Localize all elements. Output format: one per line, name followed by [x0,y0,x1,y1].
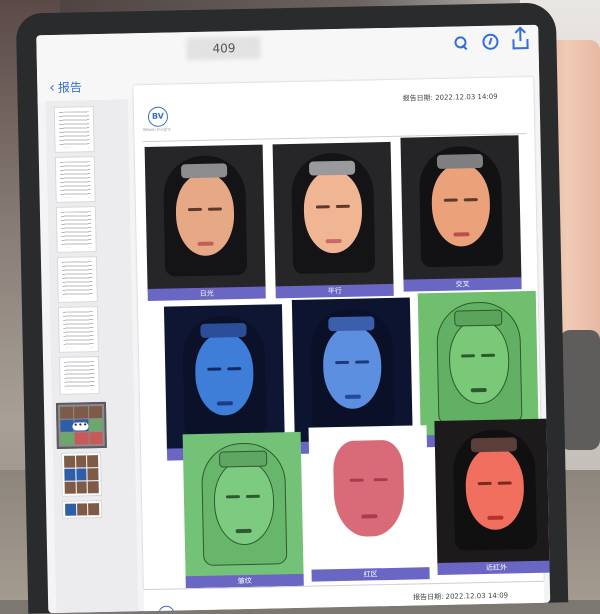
skin-image-parallel[interactable]: 平行 [272,141,394,304]
page-thumbnails-sidebar: ••• [45,99,139,614]
page-thumbnail[interactable] [61,500,103,519]
markup-icon[interactable] [482,33,499,50]
page-thumbnail-selected[interactable]: ••• [55,401,107,449]
tablet: ‹ 报告 409 ••• BV Bitwin Insight 报告日期: 202… [15,2,569,614]
document-title: 409 [212,41,236,56]
skin-image-near-infrared[interactable]: 近红外 [434,418,551,581]
page-thumbnail[interactable] [54,156,96,203]
image-caption: 平行 [275,283,394,299]
brand-logo [158,605,175,614]
page-thumbnail[interactable] [55,206,97,253]
report-date: 报告日期: 2022.12.03 14:09 [412,591,509,602]
tablet-screen: ‹ 报告 409 ••• BV Bitwin Insight 报告日期: 202… [36,24,551,614]
report-page: BV Bitwin Insight 报告日期: 2022.12.03 14:09… [133,76,551,590]
brand-name: Bitwin Insight [143,126,171,133]
image-caption: 交叉 [403,277,522,292]
back-button[interactable]: ‹ 报告 [49,78,82,96]
page-thumbnail[interactable] [53,106,95,153]
more-icon[interactable]: ••• [72,420,89,431]
page-thumbnail[interactable] [57,306,99,353]
skin-image-wrinkles[interactable]: 皱纹 [182,431,304,594]
toolbar [452,33,529,51]
search-icon[interactable] [452,34,468,50]
skin-image-cross[interactable]: 交叉 [400,135,522,297]
report-date: 报告日期: 2022.12.03 14:09 [402,92,498,103]
image-caption: 日光 [147,286,266,302]
brand-logo: BV [147,106,169,127]
skin-image-daylight[interactable]: 日光 [144,144,266,307]
share-icon[interactable] [512,38,529,50]
image-caption: 近红外 [437,560,551,576]
page-thumbnail[interactable] [58,356,100,395]
skin-image-red-zone[interactable]: 红区 [308,425,430,587]
back-label: 报告 [57,80,83,95]
image-caption: 红区 [311,567,430,582]
chevron-left-icon: ‹ [49,79,56,96]
sleeve [560,330,600,450]
page-thumbnail[interactable] [56,256,98,303]
page-thumbnail[interactable] [60,452,102,497]
